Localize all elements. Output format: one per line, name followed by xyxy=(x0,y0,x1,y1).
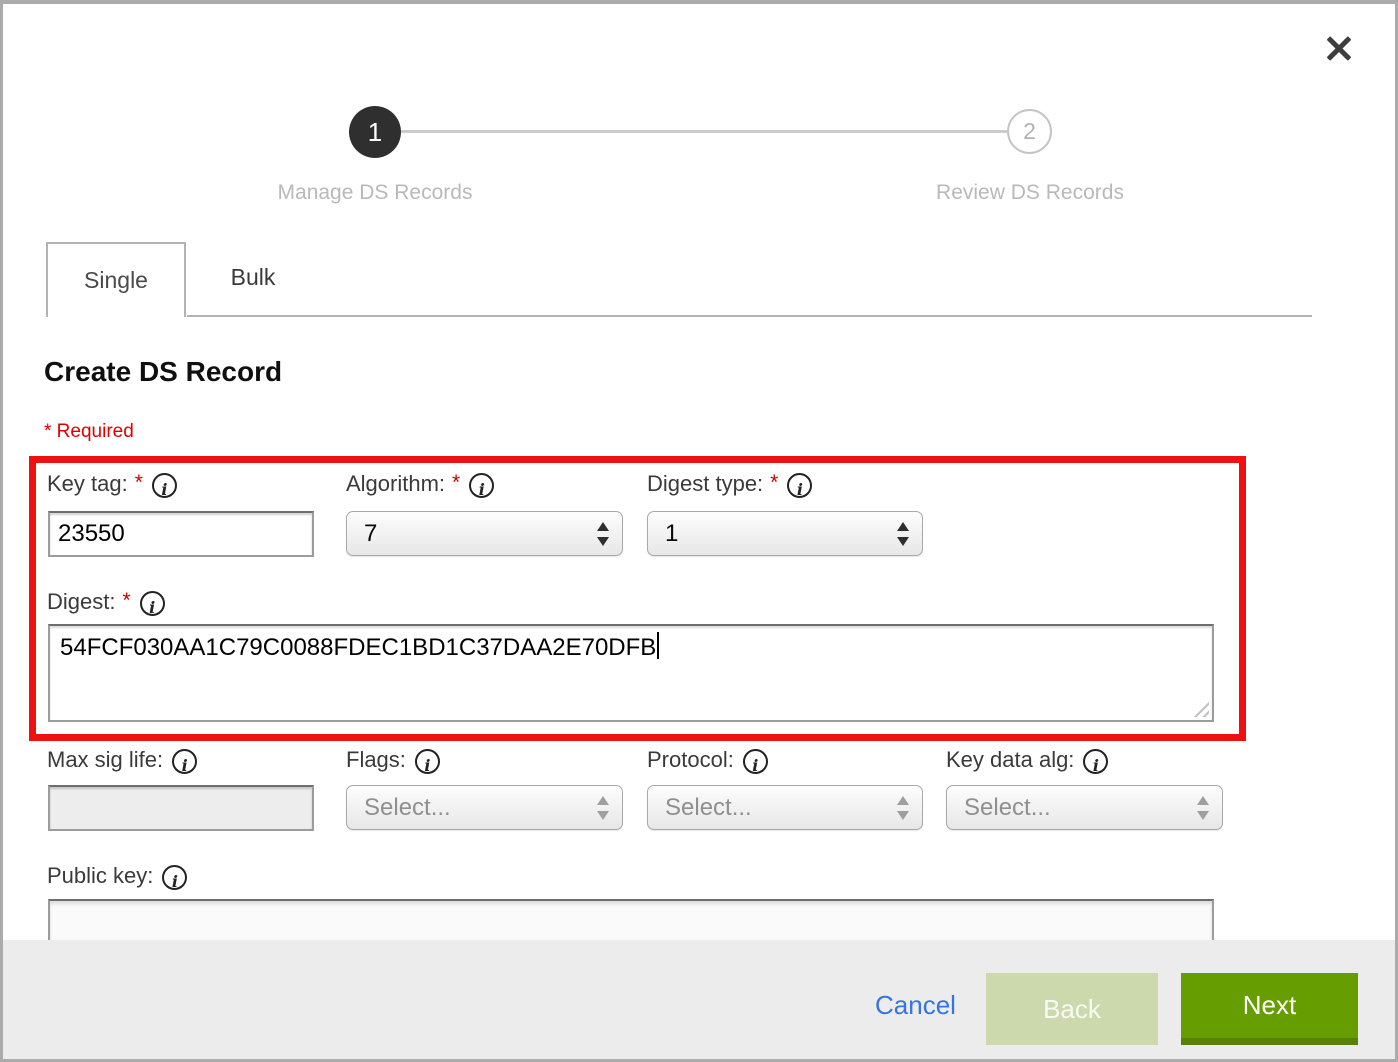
info-icon[interactable]: i xyxy=(415,749,440,774)
algorithm-label: Algorithm:*i xyxy=(346,471,494,498)
step-1-circle: 1 xyxy=(349,106,401,158)
key-data-alg-select[interactable]: Select... xyxy=(946,785,1223,830)
key-tag-input[interactable] xyxy=(48,511,314,557)
flags-label: Flags:i xyxy=(346,747,440,774)
required-asterisk: * xyxy=(122,589,130,612)
digest-type-label: Digest type:*i xyxy=(647,471,812,498)
algorithm-select[interactable]: 7 xyxy=(346,511,623,556)
back-button[interactable]: Back xyxy=(986,973,1158,1045)
flags-select[interactable]: Select... xyxy=(346,785,623,830)
key-data-alg-label: Key data alg:i xyxy=(946,747,1108,774)
page-title: Create DS Record xyxy=(44,356,282,388)
required-note: * Required xyxy=(44,421,134,443)
next-button[interactable]: Next xyxy=(1181,973,1358,1045)
info-icon[interactable]: i xyxy=(172,749,197,774)
close-icon[interactable] xyxy=(1321,30,1357,66)
tab-bulk[interactable]: Bulk xyxy=(188,244,318,314)
tab-single[interactable]: Single xyxy=(46,242,186,317)
digest-type-select[interactable]: 1 xyxy=(647,511,923,556)
text-cursor xyxy=(657,632,659,659)
step-2-label: Review DS Records xyxy=(830,181,1230,205)
required-asterisk: * xyxy=(770,471,778,494)
tab-underline xyxy=(187,315,1312,317)
digest-textarea[interactable]: 54FCF030AA1C79C0088FDEC1BD1C37DAA2E70DFB xyxy=(48,624,1214,722)
modal-footer: Cancel Back Next xyxy=(3,940,1395,1059)
info-icon[interactable]: i xyxy=(162,865,187,890)
cancel-button[interactable]: Cancel xyxy=(875,990,956,1021)
select-arrows-icon xyxy=(897,521,909,547)
max-sig-life-label: Max sig life:i xyxy=(47,747,197,774)
public-key-textarea[interactable] xyxy=(48,899,1214,940)
create-ds-record-modal: 1 2 Manage DS Records Review DS Records … xyxy=(0,0,1398,1062)
public-key-label: Public key:i xyxy=(47,863,187,890)
max-sig-life-input[interactable] xyxy=(48,785,314,831)
select-arrows-icon xyxy=(597,521,609,547)
info-icon[interactable]: i xyxy=(140,591,165,616)
select-arrows-icon xyxy=(597,795,609,821)
protocol-select[interactable]: Select... xyxy=(647,785,923,830)
step-1-label: Manage DS Records xyxy=(175,181,575,205)
resize-handle[interactable] xyxy=(1193,701,1209,717)
info-icon[interactable]: i xyxy=(152,473,177,498)
select-arrows-icon xyxy=(1197,795,1209,821)
digest-label: Digest:*i xyxy=(47,589,165,616)
info-icon[interactable]: i xyxy=(1083,749,1108,774)
info-icon[interactable]: i xyxy=(469,473,494,498)
protocol-label: Protocol:i xyxy=(647,747,768,774)
required-asterisk: * xyxy=(452,471,460,494)
key-tag-label: Key tag:*i xyxy=(47,471,177,498)
info-icon[interactable]: i xyxy=(743,749,768,774)
required-asterisk: * xyxy=(135,471,143,494)
select-arrows-icon xyxy=(897,795,909,821)
info-icon[interactable]: i xyxy=(787,473,812,498)
stepper-connector xyxy=(401,130,1007,133)
step-2-circle: 2 xyxy=(1007,109,1052,154)
